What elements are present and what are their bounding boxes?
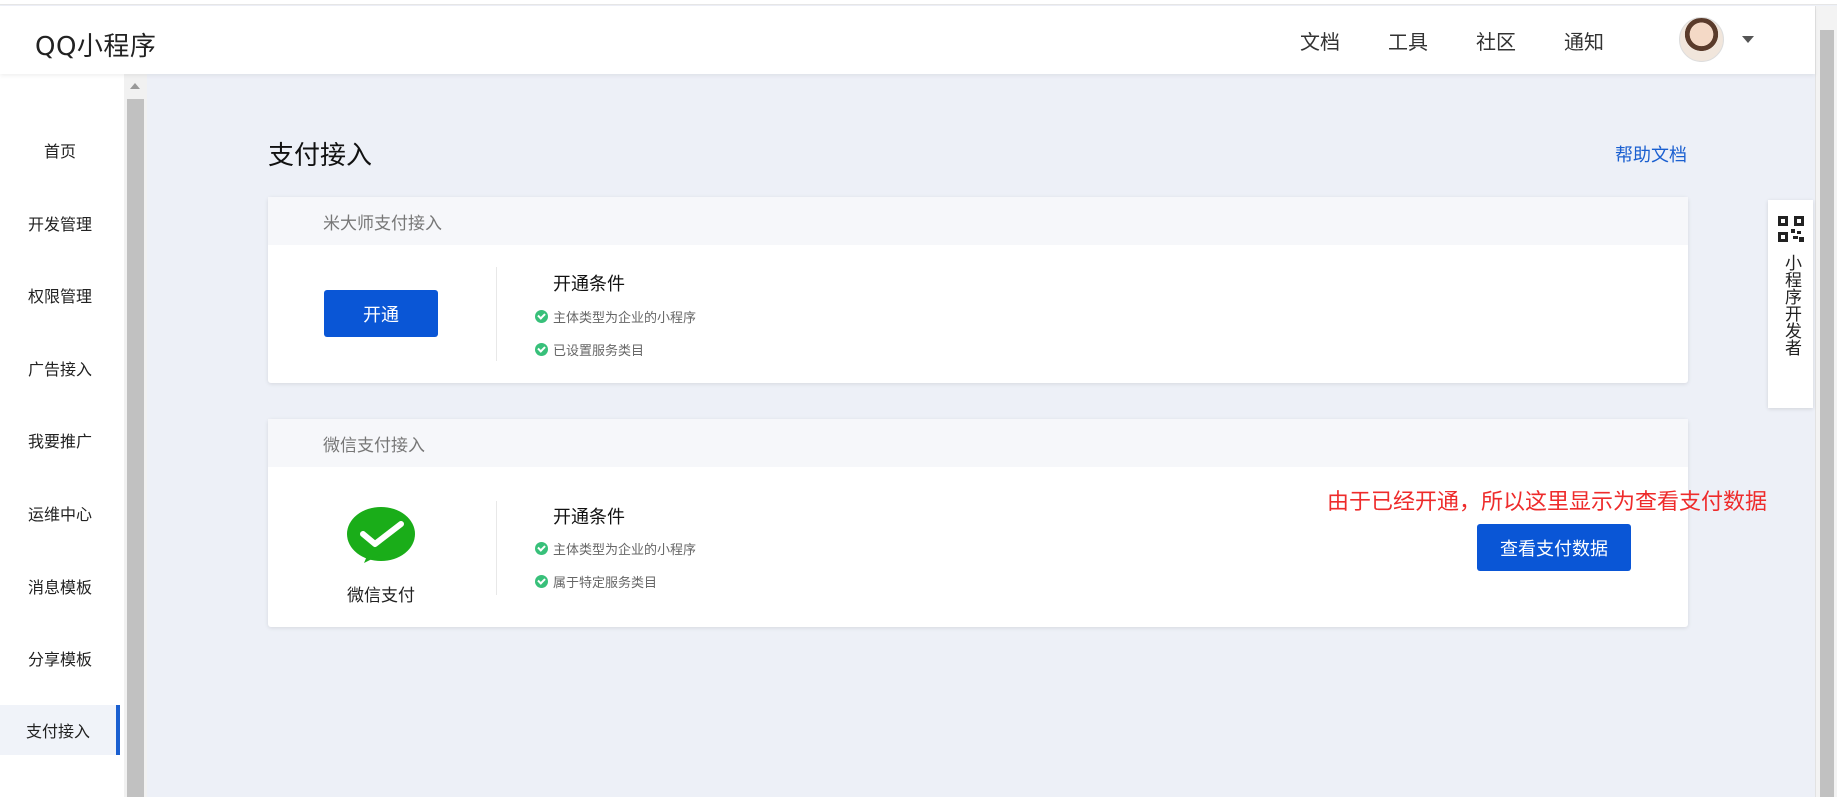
condition-item: 主体类型为企业的小程序: [535, 307, 696, 326]
page-scrollbar-thumb[interactable]: [1820, 30, 1834, 797]
conditions-title: 开通条件: [553, 274, 625, 295]
midas-payment-card: 米大师支付接入 开通 开通条件 主体类型为企业的小程序 已设置服务类目: [268, 197, 1688, 383]
condition-item: 已设置服务类目: [535, 340, 644, 359]
condition-text: 主体类型为企业的小程序: [553, 311, 697, 326]
condition-text: 属于特定服务类目: [553, 576, 658, 591]
condition-text: 已设置服务类目: [553, 344, 645, 359]
qr-code-icon: [1778, 216, 1804, 242]
nav-community[interactable]: 社区: [1476, 26, 1516, 55]
conditions-title: 开通条件: [553, 507, 625, 528]
brand-logo-text[interactable]: QQ小程序: [35, 26, 156, 63]
developer-float-panel[interactable]: 小程序开发者: [1768, 200, 1813, 408]
check-circle-icon: [535, 575, 548, 588]
sidebar-scrollbar-thumb[interactable]: [127, 99, 144, 797]
view-payment-data-button[interactable]: 查看支付数据: [1477, 524, 1631, 571]
sidebar-item-home[interactable]: 首页: [0, 125, 120, 175]
sidebar-item-ads[interactable]: 广告接入: [0, 343, 120, 393]
wechat-pay-logo-icon: [347, 507, 415, 563]
annotation-text: 由于已经开通，所以这里显示为查看支付数据: [1327, 490, 1768, 515]
activate-button[interactable]: 开通: [324, 290, 438, 337]
developer-panel-label: 小程序开发者: [1781, 254, 1801, 356]
card-title: 微信支付接入: [268, 419, 1688, 467]
card-body: 开通 开通条件 主体类型为企业的小程序 已设置服务类目: [268, 245, 1688, 383]
condition-item: 主体类型为企业的小程序: [535, 539, 696, 558]
sidebar-item-payment[interactable]: 支付接入: [0, 705, 120, 755]
top-header: QQ小程序 文档 工具 社区 通知: [0, 6, 1815, 74]
sidebar-item-ops-center[interactable]: 运维中心: [0, 488, 120, 538]
sidebar-item-dev-management[interactable]: 开发管理: [0, 198, 120, 248]
page-scrollbar[interactable]: [1815, 6, 1837, 797]
sidebar-item-promotion[interactable]: 我要推广: [0, 415, 120, 465]
top-border: [0, 0, 1837, 5]
nav-docs[interactable]: 文档: [1300, 26, 1340, 55]
wechat-payment-card: 微信支付接入 微信支付 开通条件 主体类型为企业的小程序 属于特定服务类目 查看…: [268, 419, 1688, 627]
top-nav: 文档 工具 社区 通知: [1300, 6, 1648, 74]
sidebar-item-permission-management[interactable]: 权限管理: [0, 270, 120, 320]
check-circle-icon: [535, 542, 548, 555]
sidebar-item-message-templates[interactable]: 消息模板: [0, 561, 120, 611]
check-circle-icon: [535, 343, 548, 356]
help-docs-link[interactable]: 帮助文档: [1615, 141, 1687, 167]
condition-item: 属于特定服务类目: [535, 572, 657, 591]
check-circle-icon: [535, 310, 548, 323]
divider: [496, 501, 497, 595]
sidebar: 首页 开发管理 权限管理 广告接入 我要推广 运维中心 消息模板 分享模板 支付…: [0, 74, 124, 797]
nav-tools[interactable]: 工具: [1388, 26, 1428, 55]
avatar[interactable]: [1679, 17, 1724, 62]
card-title: 米大师支付接入: [268, 197, 1688, 245]
wechat-pay-label: 微信支付: [347, 586, 415, 606]
sidebar-item-share-templates[interactable]: 分享模板: [0, 633, 120, 683]
condition-text: 主体类型为企业的小程序: [553, 543, 697, 558]
scroll-up-arrow-icon[interactable]: [130, 83, 140, 89]
chevron-down-icon[interactable]: [1742, 36, 1754, 43]
sidebar-scrollbar[interactable]: [124, 74, 147, 797]
nav-notifications[interactable]: 通知: [1564, 26, 1604, 55]
page-title: 支付接入: [268, 141, 373, 171]
divider: [496, 267, 497, 361]
